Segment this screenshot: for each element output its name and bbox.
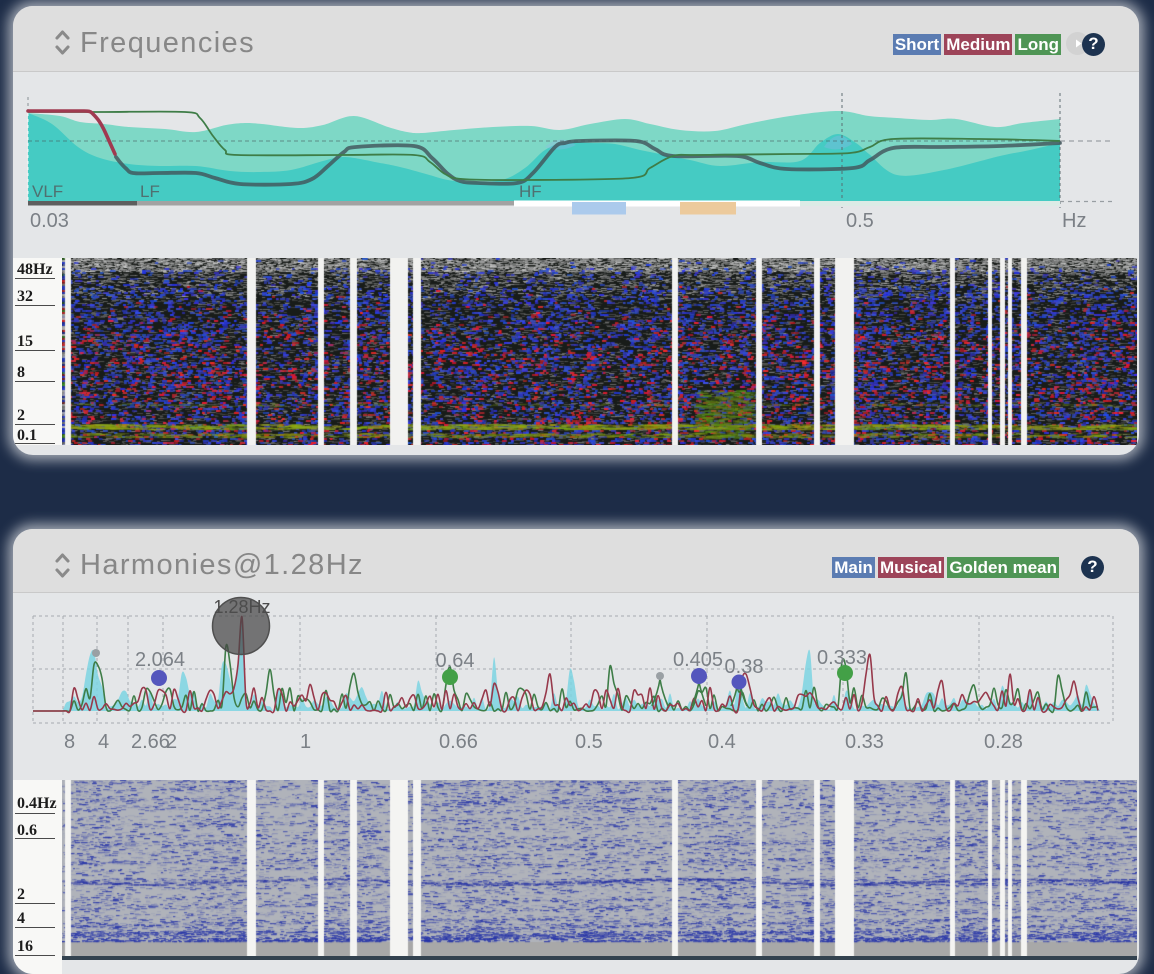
svg-text:0.64: 0.64: [436, 650, 475, 672]
svg-text:0.4: 0.4: [708, 731, 736, 753]
svg-text:0.33: 0.33: [845, 731, 884, 753]
svg-text:8: 8: [64, 731, 75, 753]
svg-text:1: 1: [300, 731, 311, 753]
svg-text:0.5: 0.5: [575, 731, 603, 753]
svg-text:0.28: 0.28: [984, 731, 1023, 753]
svg-text:0.66: 0.66: [439, 731, 478, 753]
svg-text:0.5: 0.5: [846, 210, 874, 232]
svg-text:2.064: 2.064: [135, 649, 185, 671]
svg-text:HF: HF: [519, 182, 542, 201]
svg-text:0.405: 0.405: [673, 649, 723, 671]
svg-text:1.28Hz: 1.28Hz: [213, 597, 270, 617]
svg-text:2: 2: [166, 731, 177, 753]
svg-text:0.03: 0.03: [30, 210, 69, 232]
svg-text:4: 4: [98, 731, 109, 753]
svg-text:0.333: 0.333: [817, 647, 867, 669]
svg-text:VLF: VLF: [32, 182, 63, 201]
svg-text:Hz: Hz: [1062, 210, 1086, 232]
svg-text:2.66: 2.66: [131, 731, 170, 753]
svg-text:0.38: 0.38: [725, 656, 764, 678]
svg-text:LF: LF: [140, 182, 160, 201]
